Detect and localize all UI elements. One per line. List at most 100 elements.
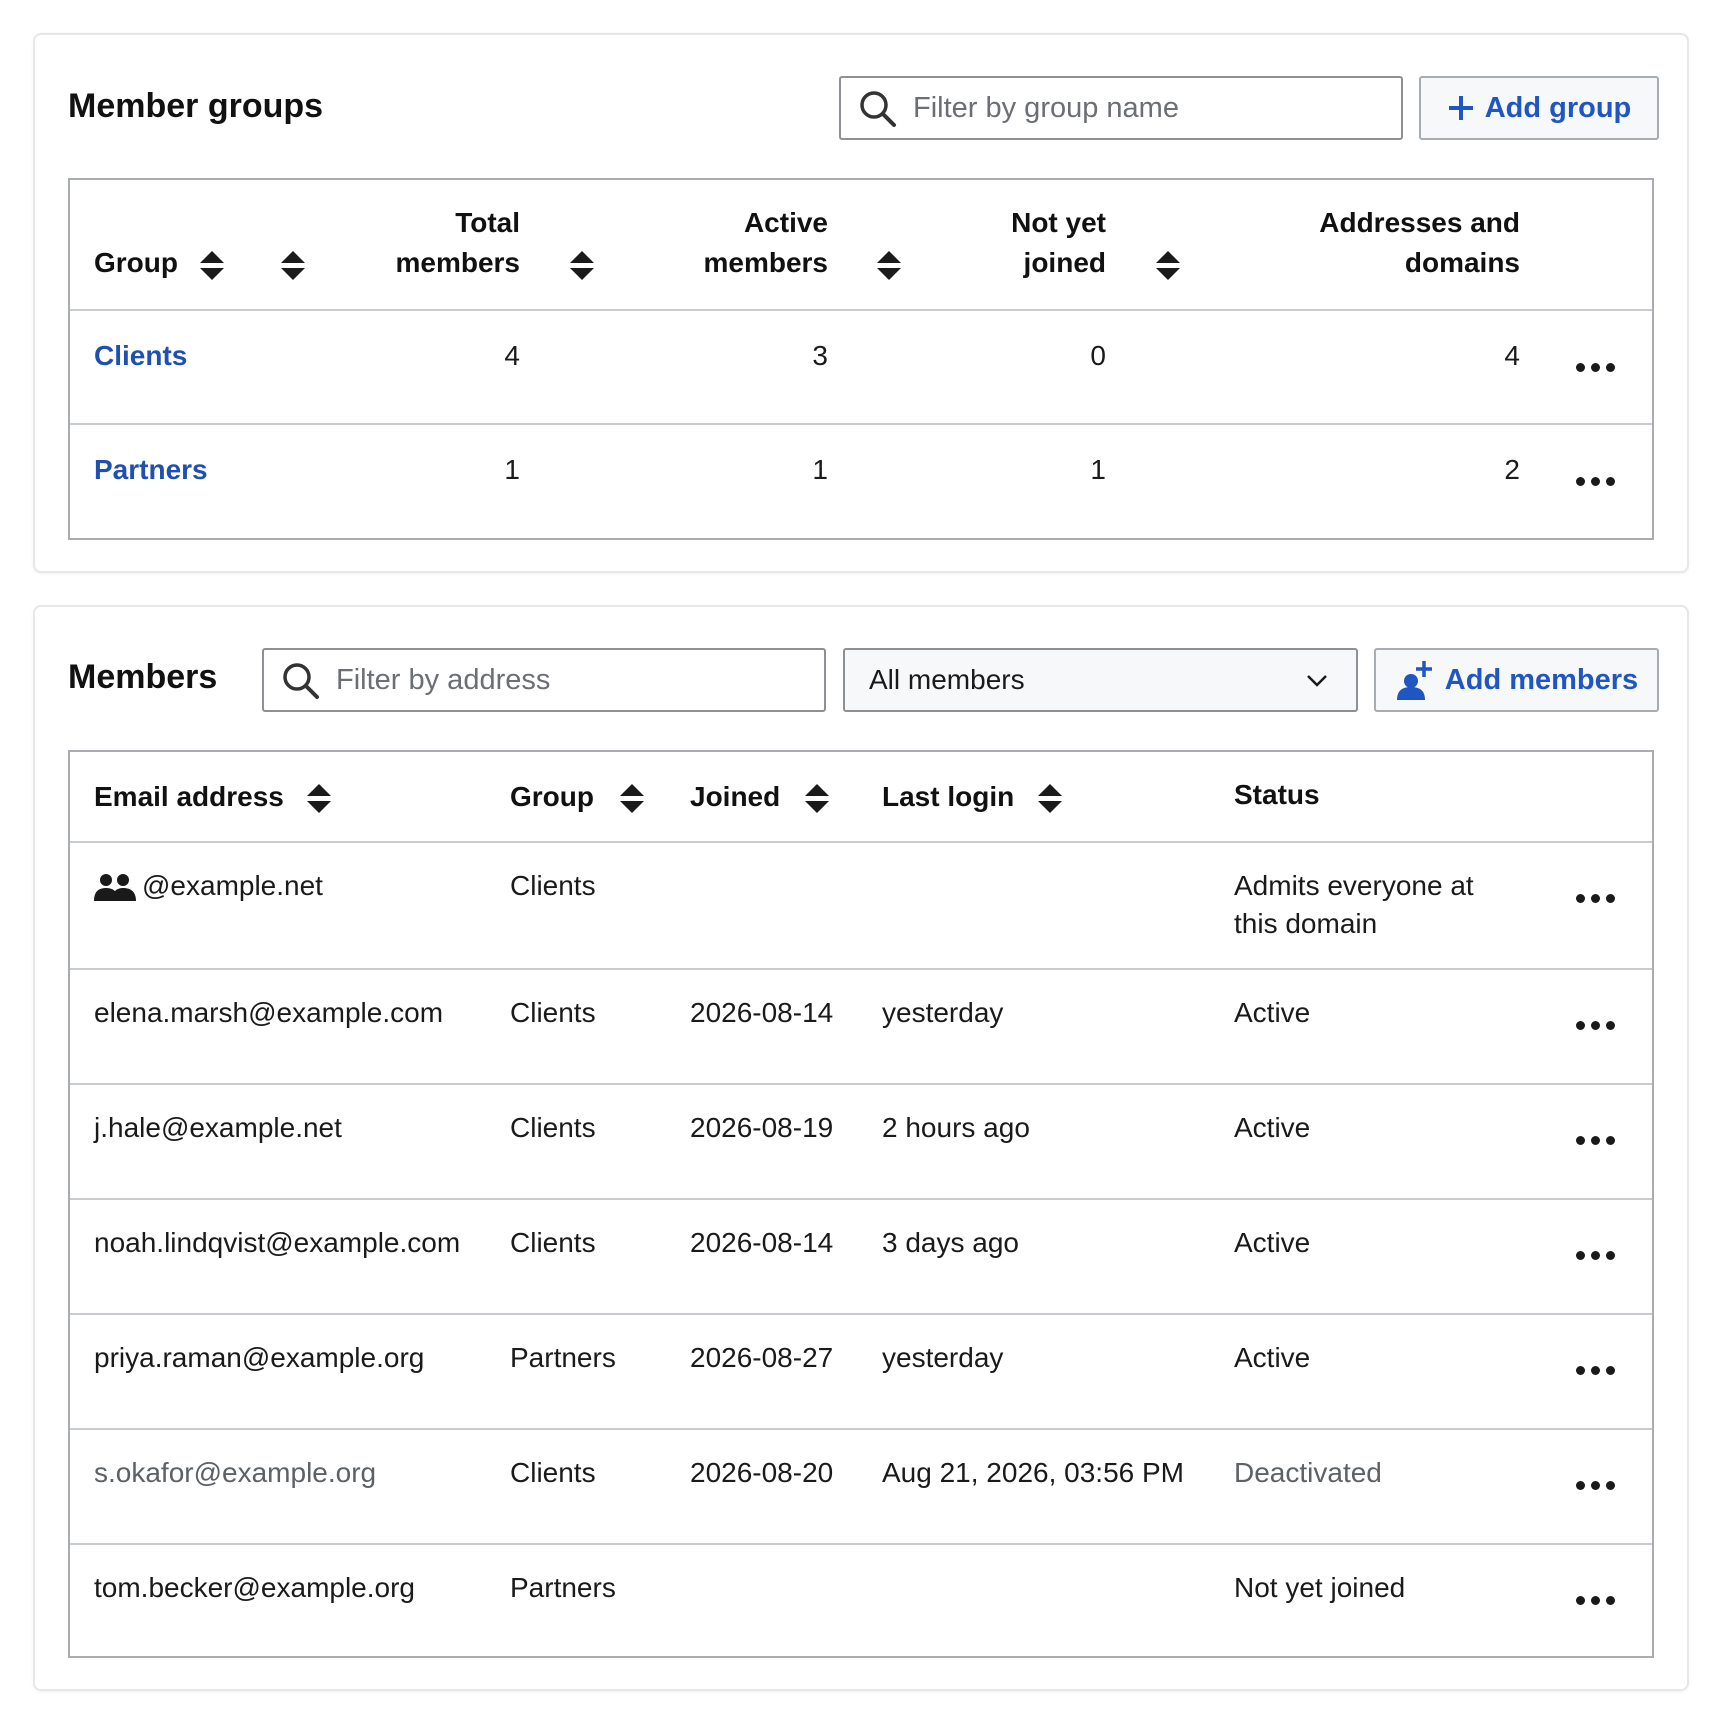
- active-members-cell: 3: [812, 340, 828, 371]
- active-members-cell: 1: [812, 454, 828, 485]
- col-header-addresses-line2: domains: [1404, 247, 1520, 278]
- address-filter-input[interactable]: [336, 660, 814, 700]
- header-divider: [70, 841, 1652, 843]
- status-cell: Active: [1234, 1112, 1311, 1143]
- last-login-cell: yesterday: [882, 997, 1004, 1028]
- col-header-notyet-line2: joined: [1023, 247, 1106, 278]
- col-header-active-line1: Active: [743, 207, 828, 238]
- group-cell: Clients: [510, 870, 596, 901]
- status-cell: Active: [1234, 1342, 1311, 1373]
- more-options-icon[interactable]: [1576, 1249, 1616, 1263]
- col-header-last-login: Last login: [882, 781, 1015, 812]
- group-link[interactable]: Clients: [94, 340, 187, 372]
- header-divider: [70, 309, 1652, 311]
- group-filter-input[interactable]: [913, 88, 1391, 128]
- last-login-cell: 3 days ago: [882, 1227, 1019, 1258]
- more-options-icon[interactable]: [1576, 1479, 1616, 1493]
- status-cell: Active: [1234, 997, 1311, 1028]
- sort-icon[interactable]: [1156, 251, 1180, 281]
- email-cell: s.okafor@example.org: [94, 1457, 377, 1488]
- group-link[interactable]: Partners: [94, 454, 208, 486]
- total-members-cell: 1: [504, 454, 520, 485]
- sort-icon[interactable]: [620, 784, 644, 814]
- row-divider: [70, 1428, 1652, 1430]
- more-options-icon[interactable]: [1576, 475, 1616, 489]
- sort-icon[interactable]: [281, 251, 305, 281]
- group-cell: Clients: [510, 997, 596, 1028]
- more-options-icon[interactable]: [1576, 892, 1616, 906]
- more-options-icon[interactable]: [1576, 361, 1616, 375]
- row-divider: [70, 1543, 1652, 1545]
- member-filter-selected: All members: [869, 664, 1025, 695]
- addresses-cell: 2: [1504, 454, 1520, 485]
- add-members-button[interactable]: Add members: [1374, 648, 1659, 712]
- col-header-total-line2: members: [395, 247, 520, 278]
- joined-cell: 2026-08-27: [690, 1342, 834, 1373]
- row-divider: [70, 423, 1652, 425]
- add-members-label: Add members: [1444, 663, 1639, 696]
- more-options-icon[interactable]: [1576, 1134, 1616, 1148]
- group-cell: Clients: [510, 1457, 596, 1488]
- total-members-cell: 4: [504, 340, 520, 371]
- sort-icon[interactable]: [805, 784, 829, 814]
- member-groups-card: Member groups Add group Group Total memb…: [33, 33, 1689, 573]
- addresses-cell: 4: [1504, 340, 1520, 371]
- members-table: Email address Group Joined Last login St…: [68, 750, 1654, 1658]
- members-title: Members: [68, 658, 218, 696]
- not-joined-cell: 1: [1090, 454, 1106, 485]
- row-divider: [70, 1313, 1652, 1315]
- sort-icon[interactable]: [307, 784, 331, 814]
- col-header-group: Group: [94, 247, 178, 278]
- sort-icon[interactable]: [877, 251, 901, 281]
- more-options-icon[interactable]: [1576, 1594, 1616, 1608]
- row-divider: [70, 968, 1652, 970]
- search-icon: [283, 663, 319, 699]
- groups-table: Group Total members Active members Not y…: [68, 178, 1654, 540]
- status-cell: Not yet joined: [1234, 1572, 1406, 1603]
- plus-icon: [1448, 96, 1473, 120]
- col-header-addresses-line1: Addresses and: [1319, 207, 1520, 238]
- status-cell: Active: [1234, 1227, 1311, 1258]
- group-filter-box[interactable]: [839, 76, 1403, 140]
- group-cell: Clients: [510, 1112, 596, 1143]
- row-divider: [70, 1198, 1652, 1200]
- email-cell: noah.lindqvist@example.com: [94, 1227, 461, 1258]
- col-header-total-line1: Total: [455, 207, 520, 238]
- more-options-icon[interactable]: [1576, 1364, 1616, 1378]
- joined-cell: 2026-08-19: [690, 1112, 834, 1143]
- group-cell: Clients: [510, 1227, 596, 1258]
- member-groups-title: Member groups: [68, 87, 324, 125]
- joined-cell: 2026-08-14: [690, 997, 834, 1028]
- more-options-icon[interactable]: [1576, 1019, 1616, 1033]
- add-person-icon: [1396, 661, 1432, 700]
- chevron-down-icon: [1307, 675, 1327, 687]
- col-header-email: Email address: [94, 781, 284, 812]
- last-login-cell: 2 hours ago: [882, 1112, 1030, 1143]
- sort-icon[interactable]: [200, 251, 224, 281]
- members-card: Members All members Add members Email ad…: [33, 605, 1689, 1691]
- status-cell-line2: this domain: [1234, 908, 1378, 939]
- add-group-button[interactable]: Add group: [1419, 76, 1659, 140]
- email-cell: priya.raman@example.org: [94, 1342, 425, 1373]
- col-header-group: Group: [510, 781, 594, 812]
- sort-icon[interactable]: [570, 251, 594, 281]
- search-icon: [860, 91, 896, 127]
- joined-cell: 2026-08-20: [690, 1457, 834, 1488]
- email-cell: elena.marsh@example.com: [94, 997, 444, 1028]
- col-header-status: Status: [1234, 779, 1320, 810]
- last-login-cell: yesterday: [882, 1342, 1004, 1373]
- people-group-icon: [94, 874, 136, 901]
- status-cell: Admits everyone at: [1234, 870, 1474, 901]
- address-filter-box[interactable]: [262, 648, 826, 712]
- email-cell: tom.becker@example.org: [94, 1572, 416, 1603]
- col-header-active-line2: members: [703, 247, 828, 278]
- joined-cell: 2026-08-14: [690, 1227, 834, 1258]
- col-header-notyet-line1: Not yet: [1011, 207, 1106, 238]
- add-group-label: Add group: [1484, 91, 1632, 124]
- email-cell: @example.net: [142, 870, 323, 901]
- sort-icon[interactable]: [1038, 784, 1062, 814]
- row-divider: [70, 1083, 1652, 1085]
- member-filter-select[interactable]: All members: [843, 648, 1358, 712]
- group-cell: Partners: [510, 1572, 616, 1603]
- status-cell: Deactivated: [1234, 1457, 1382, 1488]
